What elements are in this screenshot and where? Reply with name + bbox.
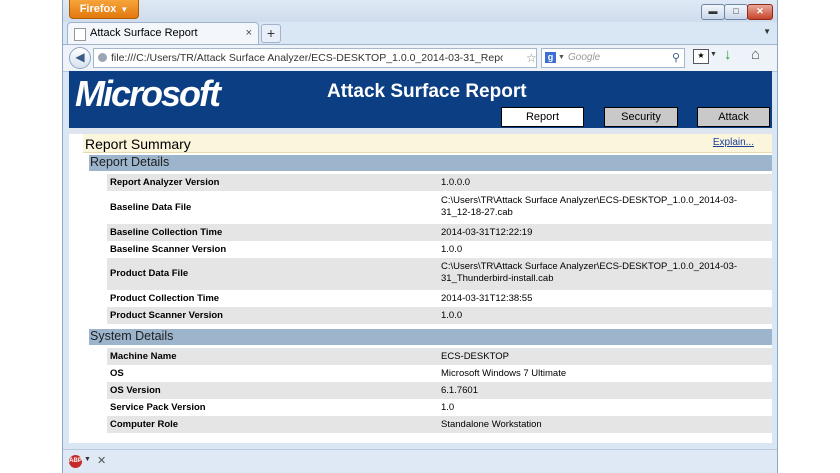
table-row: Baseline Data File C:\Users\TR\Attack Su… [107,192,772,224]
navigation-toolbar: ◀ file:///C:/Users/TR/Attack Surface Ana… [63,44,777,72]
nav-attack-surface[interactable]: Attack Surface [697,107,770,141]
table-row: Baseline Collection Time 2014-03-31T12:2… [107,224,772,241]
dropdown-arrow-icon: ▼ [120,5,129,14]
row-value: 1.0.0.0 [441,177,471,188]
address-text: file:///C:/Users/TR/Attack Surface Analy… [111,52,503,64]
row-value: C:\Users\TR\Attack Surface Analyzer\ECS-… [441,261,738,284]
firefox-menu-button[interactable]: Firefox ▼ [69,0,139,19]
nav-report-summary[interactable]: Report Summary [501,107,584,141]
row-key: OS Version [110,385,161,396]
row-value: 1.0.0 [441,310,463,321]
summary-header: Report Summary Explain... [83,134,772,153]
section-system-details: System Details [89,329,772,345]
search-icon[interactable]: ⚲ [672,49,680,67]
table-row: Baseline Scanner Version 1.0.0 [107,241,772,258]
bookmarks-dropdown-icon[interactable]: ▼ [710,51,717,58]
back-button[interactable]: ◀ [69,47,91,69]
firefox-menu-label: Firefox [79,3,117,15]
row-value: 2014-03-31T12:22:19 [441,227,533,238]
row-value: 1.0.0 [441,244,463,255]
page-icon [74,28,86,41]
tab-close-icon[interactable]: × [246,23,252,44]
browser-window: Firefox ▼ ▬ □ ✕ Attack Surface Report × +… [62,0,778,473]
row-key: Product Scanner Version [110,310,223,321]
minimize-button[interactable]: ▬ [701,4,725,20]
nav-security-issues[interactable]: Security Issues [604,107,678,141]
row-key: OS [110,368,124,379]
close-addon-bar-icon[interactable]: ✕ [97,454,106,467]
row-key: Report Analyzer Version [110,177,220,188]
list-all-tabs-icon[interactable]: ▼ [763,27,771,36]
engine-dropdown-icon[interactable]: ▼ [558,49,565,67]
home-icon[interactable]: ⌂ [751,46,760,63]
summary-title: Report Summary [85,136,191,152]
row-value: Standalone Workstation [441,419,542,430]
row-key: Computer Role [110,419,179,430]
row-value: 2014-03-31T12:38:55 [441,293,533,304]
explain-link[interactable]: Explain... [713,137,754,148]
section-heading: Report Details [90,155,170,169]
table-row: Product Data File C:\Users\TR\Attack Sur… [107,258,772,290]
tab-attack-surface-report[interactable]: Attack Surface Report × [67,22,259,45]
adblock-icon[interactable]: ABP [69,455,82,468]
table-row: OS Version 6.1.7601 [107,382,772,399]
status-bar: ABP ▼ ✕ [63,449,777,473]
table-row: Product Scanner Version 1.0.0 [107,307,772,324]
page-content: Microsoft Attack Surface Report Report S… [69,71,772,443]
row-value: C:\Users\TR\Attack Surface Analyzer\ECS-… [441,195,738,218]
section-report-details: Report Details [89,155,772,171]
row-key: Product Collection Time [110,293,220,304]
page-title: Attack Surface Report [327,81,527,102]
maximize-button[interactable]: □ [724,4,748,20]
row-key: Baseline Data File [110,202,192,213]
report-banner: Microsoft Attack Surface Report Report S… [69,71,772,141]
microsoft-logo: Microsoft [75,73,221,114]
new-tab-button[interactable]: + [261,24,281,43]
row-value: Microsoft Windows 7 Ultimate [441,368,567,379]
row-value: ECS-DESKTOP [441,351,509,362]
search-input[interactable]: g ▼ Google ⚲ [541,48,685,68]
address-bar[interactable]: file:///C:/Users/TR/Attack Surface Analy… [93,48,537,68]
section-heading: System Details [90,329,174,343]
bookmarks-icon[interactable]: ★ [693,49,709,64]
row-value: 1.0 [441,402,455,413]
table-row: Machine Name ECS-DESKTOP [107,348,772,365]
adblock-dropdown-icon[interactable]: ▼ [84,456,91,463]
title-bar: Firefox ▼ ▬ □ ✕ [63,0,777,22]
table-row: Service Pack Version 1.0 [107,399,772,416]
close-window-button[interactable]: ✕ [747,4,773,20]
table-row: Product Collection Time 2014-03-31T12:38… [107,290,772,307]
row-key: Baseline Collection Time [110,227,223,238]
bookmark-star-icon[interactable]: ☆ [526,49,536,67]
row-key: Machine Name [110,351,177,362]
tab-title: Attack Surface Report [90,27,198,39]
site-identity-icon[interactable] [98,53,107,62]
row-value: 6.1.7601 [441,385,478,396]
row-key: Baseline Scanner Version [110,244,227,255]
search-engine-icon[interactable]: g [545,52,556,63]
tab-strip: Attack Surface Report × + ▼ [63,22,777,45]
download-icon[interactable]: ↓ [724,46,732,63]
table-row: OS Microsoft Windows 7 Ultimate [107,365,772,382]
table-row: Computer Role Standalone Workstation [107,416,772,433]
row-key: Product Data File [110,268,189,279]
table-row: Report Analyzer Version 1.0.0.0 [107,174,772,191]
row-key: Service Pack Version [110,402,206,413]
search-placeholder: Google [568,52,601,63]
